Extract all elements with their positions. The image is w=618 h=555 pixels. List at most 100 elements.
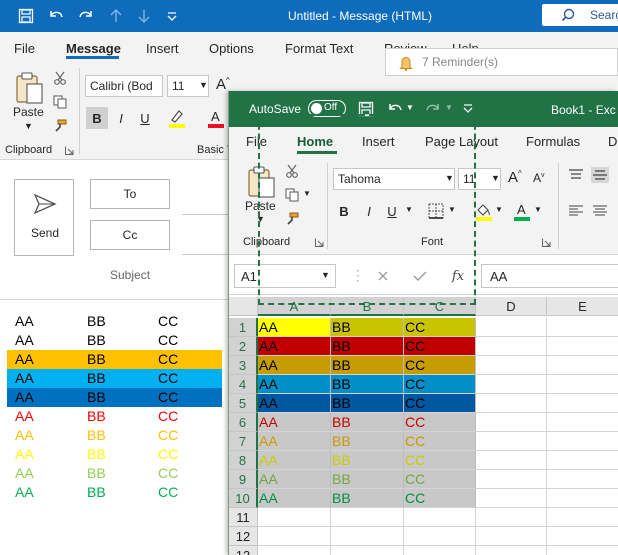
row-header[interactable]: 11 — [229, 508, 258, 527]
tab-formulas[interactable]: Formulas — [526, 134, 580, 149]
cell[interactable] — [331, 527, 404, 546]
font-size-chevron-down-icon[interactable]: ▼ — [199, 80, 208, 90]
cell[interactable] — [258, 546, 331, 555]
highlighter-icon[interactable] — [166, 106, 188, 130]
cell[interactable] — [547, 375, 618, 394]
cell[interactable] — [547, 432, 618, 451]
align-center-icon[interactable] — [591, 203, 609, 219]
undo-icon[interactable] — [46, 6, 66, 26]
cell[interactable]: BB — [331, 432, 404, 451]
cc-field-line[interactable] — [182, 254, 230, 255]
cell[interactable]: AA — [258, 432, 331, 451]
dialog-launcher-icon[interactable] — [64, 145, 74, 155]
cell[interactable]: AA — [258, 394, 331, 413]
shrink-font-icon[interactable]: Av — [533, 171, 545, 185]
cut-icon[interactable] — [52, 70, 68, 86]
cell[interactable] — [476, 489, 547, 508]
cell[interactable]: CC — [404, 356, 476, 375]
tab-data[interactable]: Da — [608, 134, 618, 149]
row-header[interactable]: 9 — [229, 470, 258, 489]
cc-button[interactable]: Cc — [90, 220, 170, 250]
cell[interactable] — [258, 508, 331, 527]
cell[interactable] — [547, 337, 618, 356]
cell[interactable] — [404, 508, 476, 527]
formula-input[interactable]: AA — [481, 264, 618, 288]
cell[interactable] — [331, 546, 404, 555]
italic-icon[interactable]: I — [110, 107, 132, 129]
cell[interactable]: CC — [404, 470, 476, 489]
cell[interactable]: BB — [331, 470, 404, 489]
row-header[interactable]: 3 — [229, 356, 258, 375]
arrow-up-icon[interactable] — [106, 6, 126, 26]
cell[interactable]: BB — [331, 375, 404, 394]
cell[interactable] — [476, 318, 547, 337]
cell[interactable] — [476, 432, 547, 451]
cell[interactable] — [547, 546, 618, 555]
align-middle-icon[interactable] — [591, 167, 609, 183]
cell[interactable]: AA — [258, 337, 331, 356]
arrow-down-icon[interactable] — [134, 6, 154, 26]
paste-label[interactable]: Paste — [13, 105, 44, 119]
redo-chevron-down-icon[interactable]: ▼ — [445, 103, 453, 112]
cell[interactable]: CC — [404, 489, 476, 508]
cell[interactable]: AA — [258, 489, 331, 508]
fill-color-chevron-down-icon[interactable]: ▼ — [495, 205, 503, 214]
paste-icon[interactable] — [12, 70, 46, 106]
dialog-launcher-icon[interactable] — [541, 237, 551, 247]
reminder-bar[interactable]: 7 Reminder(s) — [385, 48, 618, 76]
to-button[interactable]: To — [90, 179, 170, 209]
cell[interactable]: CC — [404, 337, 476, 356]
tab-file[interactable]: File — [14, 41, 35, 56]
cell[interactable]: AA — [258, 375, 331, 394]
undo-chevron-down-icon[interactable]: ▼ — [406, 103, 414, 112]
cell[interactable]: BB — [331, 356, 404, 375]
send-button[interactable]: Send — [14, 179, 74, 256]
cell[interactable] — [476, 527, 547, 546]
cell[interactable] — [331, 508, 404, 527]
format-painter-icon[interactable] — [52, 118, 68, 134]
cell[interactable] — [547, 356, 618, 375]
cell[interactable]: BB — [331, 413, 404, 432]
row-header[interactable]: 1 — [229, 318, 258, 337]
align-top-icon[interactable] — [567, 167, 585, 183]
cell[interactable] — [258, 527, 331, 546]
row-header[interactable]: 12 — [229, 527, 258, 546]
font-color-chevron-down-icon[interactable]: ▼ — [534, 205, 542, 214]
cell[interactable] — [404, 527, 476, 546]
select-all-corner[interactable] — [229, 297, 258, 316]
cell[interactable] — [547, 394, 618, 413]
cell[interactable] — [547, 527, 618, 546]
column-header[interactable]: E — [547, 297, 618, 316]
font-color-icon[interactable]: A — [512, 200, 532, 222]
cell[interactable] — [547, 470, 618, 489]
cell[interactable]: AA — [258, 356, 331, 375]
cell[interactable] — [547, 318, 618, 337]
row-header[interactable]: 6 — [229, 413, 258, 432]
customize-toolbar-icon[interactable] — [162, 6, 182, 26]
cell[interactable]: CC — [404, 451, 476, 470]
cell[interactable] — [476, 337, 547, 356]
cell[interactable] — [547, 508, 618, 527]
cell[interactable] — [547, 489, 618, 508]
cell[interactable] — [476, 508, 547, 527]
font-color-icon[interactable]: A — [205, 106, 227, 130]
save-icon[interactable] — [16, 6, 36, 26]
cell[interactable] — [547, 451, 618, 470]
cell[interactable]: AA — [258, 318, 331, 337]
tab-insert[interactable]: Insert — [146, 41, 179, 56]
row-header[interactable]: 5 — [229, 394, 258, 413]
row-header[interactable]: 7 — [229, 432, 258, 451]
message-body[interactable]: AA BB CC AA BB CC AA BB CC AA BB CC AA BB CC AA BB CC AA BB… — [0, 300, 230, 555]
cell[interactable] — [476, 394, 547, 413]
worksheet-grid[interactable]: A B C D E 1 AA BB CC 2 AA BB CC 3 AA BB CC 4 AA BB CC 5 AA BB CC… — [229, 295, 618, 555]
tab-options[interactable]: Options — [209, 41, 254, 56]
paste-dropdown-icon[interactable]: ▼ — [24, 121, 33, 131]
font-size-chevron-down-icon[interactable]: ▼ — [491, 173, 500, 183]
cell[interactable] — [547, 413, 618, 432]
cell[interactable]: BB — [331, 337, 404, 356]
cell[interactable]: BB — [331, 489, 404, 508]
row-header[interactable]: 2 — [229, 337, 258, 356]
cell[interactable]: CC — [404, 318, 476, 337]
tab-message[interactable]: Message — [66, 41, 121, 56]
cell[interactable]: CC — [404, 394, 476, 413]
